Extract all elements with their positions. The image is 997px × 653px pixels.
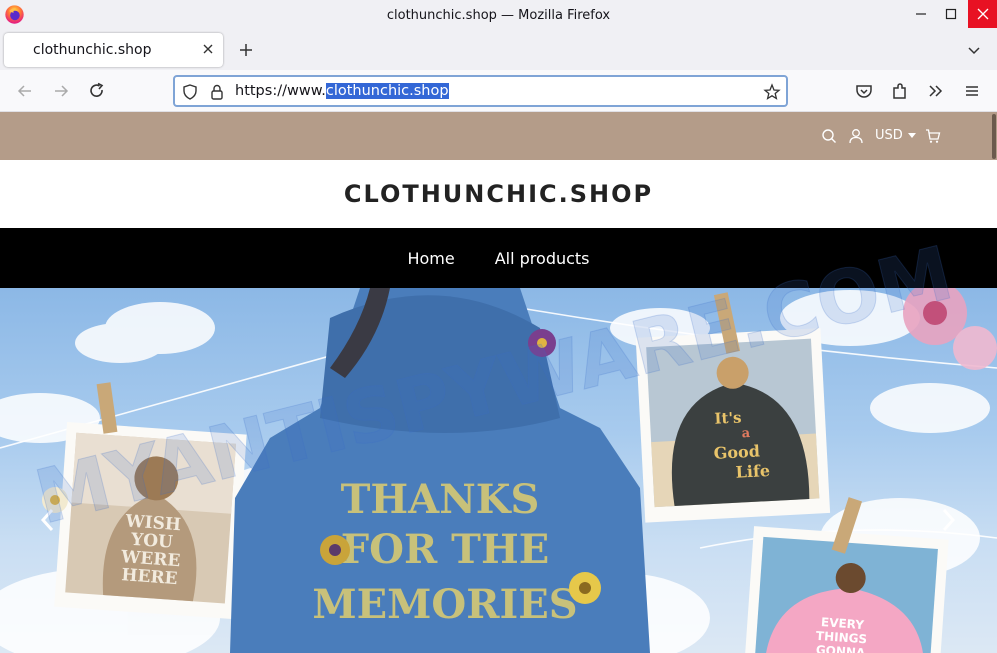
firefox-logo-icon [5, 5, 24, 24]
tab-label: clothunchic.shop [33, 42, 152, 58]
url-text[interactable]: https://www.clothunchic.shop [235, 83, 449, 99]
reload-icon[interactable] [87, 81, 107, 101]
photo-left: WISH YOU WERE HERE [54, 422, 247, 620]
window-titlebar: clothunchic.shop — Mozilla Firefox [0, 0, 997, 30]
tracking-shield-icon[interactable] [181, 83, 199, 101]
tab-close-icon[interactable] [201, 42, 215, 56]
photo-left-text-4: HERE [121, 565, 178, 589]
extensions-icon[interactable] [890, 81, 910, 101]
url-selected-domain: clothunchic.shop [325, 83, 449, 99]
star-icon[interactable] [763, 83, 781, 101]
photo-right: It's a Good Life [635, 328, 831, 523]
search-icon[interactable] [821, 128, 837, 144]
hero-slider[interactable]: WISH YOU WERE HERE THANKS FOR THE MEMORI… [0, 288, 997, 653]
navigation-toolbar: https://www.clothunchic.shop [0, 70, 997, 112]
new-tab-icon[interactable] [236, 40, 256, 60]
cart-icon[interactable] [925, 128, 941, 144]
hoodie-text-2: FOR THE [341, 526, 549, 573]
hoodie-text-1: THANKS [341, 476, 540, 523]
nav-home[interactable]: Home [407, 249, 454, 268]
photo-right-text-3: Good [713, 441, 760, 462]
photo-right-text-4: Life [735, 461, 770, 482]
photo-right-text-2: a [741, 426, 751, 441]
lock-icon[interactable] [208, 83, 226, 101]
slider-next-arrow-icon[interactable] [938, 506, 958, 534]
minimize-button[interactable] [906, 0, 936, 28]
web-page: USD CLOTHUNCHIC.SHOP Home All products W… [0, 112, 997, 653]
maximize-button[interactable] [936, 0, 966, 28]
tab-strip: clothunchic.shop [0, 30, 997, 70]
currency-selector[interactable]: USD [875, 128, 917, 143]
hamburger-menu-icon[interactable] [962, 81, 982, 101]
tab-clothunchic[interactable]: clothunchic.shop [4, 33, 223, 67]
caret-down-icon [907, 132, 916, 138]
close-icon [977, 8, 988, 20]
photo-right-text-1: It's [714, 408, 742, 427]
hoodie-text-3: MEMORIES [312, 581, 577, 628]
maximize-icon [945, 8, 957, 20]
back-arrow-icon[interactable] [15, 81, 35, 101]
nav-all-products[interactable]: All products [495, 249, 590, 268]
minimize-icon [916, 13, 926, 15]
account-icon[interactable] [848, 128, 864, 144]
currency-label: USD [875, 128, 903, 143]
site-top-bar: USD [0, 112, 997, 160]
logo-area: CLOTHUNCHIC.SHOP [0, 160, 997, 228]
overflow-chevrons-icon[interactable] [926, 81, 946, 101]
window-title: clothunchic.shop — Mozilla Firefox [386, 7, 611, 23]
url-prefix: https://www. [235, 83, 326, 99]
hero-banner-image: WISH YOU WERE HERE THANKS FOR THE MEMORI… [0, 288, 997, 653]
pocket-icon[interactable] [854, 81, 874, 101]
slider-prev-arrow-icon[interactable] [38, 506, 58, 534]
page-scrollbar-thumb[interactable] [992, 114, 996, 159]
close-window-button[interactable] [968, 0, 997, 28]
forward-arrow-icon[interactable] [51, 81, 71, 101]
list-all-tabs-icon[interactable] [966, 42, 982, 58]
main-navigation: Home All products [0, 228, 997, 288]
site-logo[interactable]: CLOTHUNCHIC.SHOP [0, 180, 997, 208]
url-bar[interactable]: https://www.clothunchic.shop [173, 75, 788, 107]
